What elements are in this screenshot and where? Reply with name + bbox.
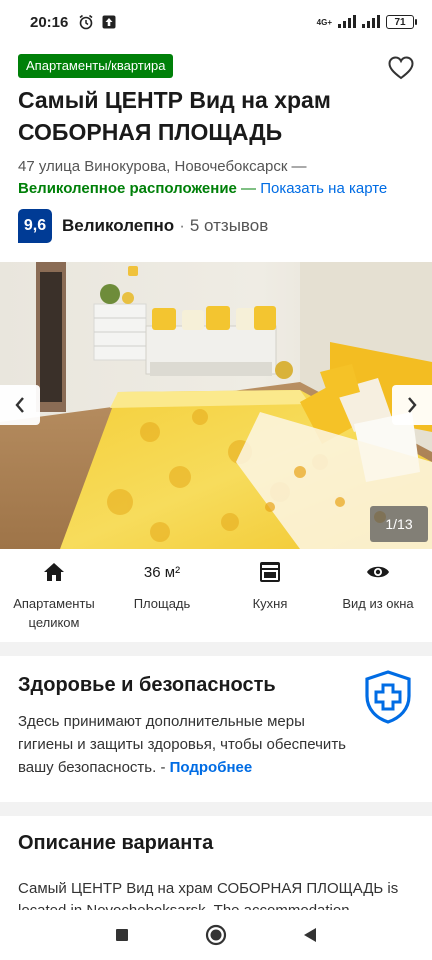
- battery-indicator: 71: [386, 15, 417, 29]
- health-more-link[interactable]: Подробнее: [170, 759, 253, 776]
- chevron-right-icon: [408, 397, 417, 413]
- show-on-map-link[interactable]: Показать на карте: [260, 180, 387, 197]
- medical-shield-icon: [364, 670, 412, 729]
- network-type: 4G+: [316, 17, 332, 27]
- chevron-left-icon: [15, 397, 24, 413]
- gallery-prev-button[interactable]: [0, 385, 40, 425]
- health-text: Здесь принимают дополнительные меры гиги…: [18, 710, 348, 779]
- health-safety-section: Здоровье и безопасность Здесь принимают …: [0, 656, 432, 802]
- health-title: Здоровье и безопасность: [18, 674, 276, 696]
- kitchen-icon: [259, 558, 281, 586]
- gallery-counter: 1/13: [370, 506, 428, 542]
- home-icon: [43, 558, 65, 586]
- review-score: 9,6: [18, 209, 52, 243]
- circle-home-icon: [205, 924, 227, 946]
- home-button[interactable]: [201, 920, 231, 950]
- signal-icon: [338, 14, 356, 30]
- description-title: Описание варианта: [18, 832, 214, 854]
- system-nav-bar: [0, 910, 432, 960]
- section-divider: [0, 642, 432, 656]
- status-bar: 20:16 4G+ 71: [0, 0, 432, 44]
- facility-label: Кухня: [252, 596, 288, 611]
- description-section: Описание варианта Самый ЦЕНТР Вид на хра…: [0, 816, 432, 912]
- location-rating: Великолепное расположение: [18, 180, 237, 197]
- upload-icon: [102, 15, 116, 29]
- gallery-next-button[interactable]: [392, 385, 432, 425]
- area-value: 36 м²: [143, 563, 181, 581]
- location-line: Великолепное расположение — Показать на …: [18, 178, 418, 199]
- facility-label: Вид из окна: [342, 596, 414, 611]
- facility-kitchen: Кухня: [216, 558, 324, 640]
- gallery-photo[interactable]: [0, 262, 432, 549]
- status-time: 20:16: [30, 13, 69, 31]
- facility-label: Апартаменты целиком: [13, 596, 95, 630]
- description-text: Самый ЦЕНТР Вид на храм СОБОРНАЯ ПЛОЩАДЬ…: [18, 880, 399, 912]
- listing-address: 47 улица Винокурова, Новочебоксарск —: [18, 158, 307, 175]
- alarm-icon: [78, 14, 94, 30]
- square-icon: [116, 929, 128, 941]
- rating-separator: ·: [179, 216, 185, 235]
- review-count: 5 отзывов: [189, 216, 269, 235]
- rating-word: Великолепно: [62, 216, 175, 235]
- location-dash: —: [236, 180, 261, 197]
- property-type-badge: Апартаменты/квартира: [18, 54, 174, 78]
- heart-outline-icon[interactable]: [388, 56, 414, 80]
- facility-view: Вид из окна: [324, 558, 432, 640]
- facility-label: Площадь: [133, 596, 191, 611]
- back-button[interactable]: [295, 920, 325, 950]
- signal-icon-2: [362, 14, 380, 30]
- eye-icon: [366, 558, 390, 586]
- back-triangle-icon: [304, 928, 316, 942]
- section-divider: [0, 802, 432, 816]
- facilities-row: Апартаменты целиком 36 м² Площадь Кухня …: [0, 558, 432, 640]
- listing-title: Самый ЦЕНТР Вид на храм СОБОРНАЯ ПЛОЩАДЬ: [18, 87, 331, 145]
- facility-area: 36 м² Площадь: [108, 558, 216, 640]
- recents-button[interactable]: [107, 920, 137, 950]
- rating-row[interactable]: 9,6 Великолепно · 5 отзывов: [18, 209, 268, 243]
- facility-entire-apartment: Апартаменты целиком: [0, 558, 108, 640]
